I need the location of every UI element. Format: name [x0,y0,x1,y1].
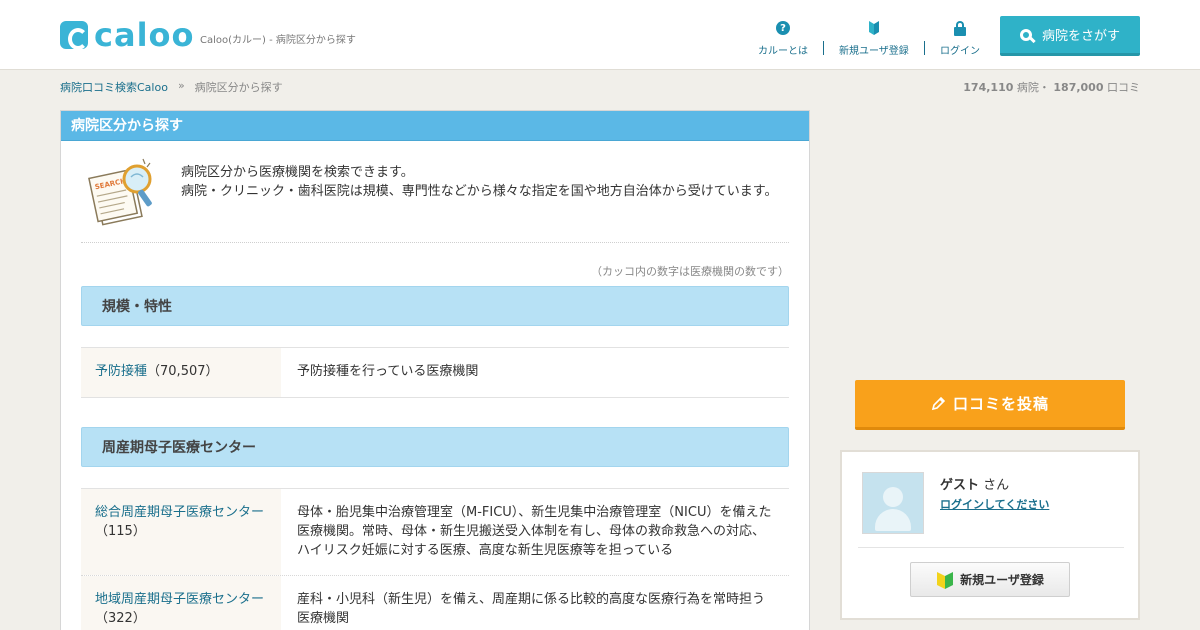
login-link[interactable]: ログインしてください [940,496,1049,512]
table-row: 地域周産期母子医療センター （322） 産科・小児科（新生児）を備え、周産期に係る… [81,576,789,630]
search-icon [1019,28,1032,41]
intro-text: 病院区分から医療機関を検索できます。 病院・クリニック・歯科医院は規模、専門性な… [181,163,789,201]
row-name-cell: 地域周産期母子医療センター （322） [81,576,281,630]
guest-suffix: さん [983,478,1010,493]
row-description: 予防接種を行っている医療機関 [297,364,479,379]
category-link-general-perinatal[interactable]: 総合周産期母子医療センター [95,505,264,520]
review-count: 187,000 [1053,81,1104,94]
row-description: 母体・胎児集中治療管理室（M-FICU）、新生児集中治療管理室（NICU）を備え… [297,505,772,558]
table-row: 予防接種（70,507） 予防接種を行っている医療機関 [81,347,789,398]
panel-title: 病院区分から探す [61,111,809,141]
section-header-scale: 規模・特性 [81,286,789,326]
row-description: 産科・小児科（新生児）を備え、周産期に係る比較的高度な医療行為を常時担う医療機関 [297,592,766,626]
guest-name: ゲスト [940,478,980,493]
post-review-label: 口コミを投稿 [952,395,1049,413]
nav-about-label: カルーとは [758,46,808,57]
category-count: （115） [95,524,146,539]
hospital-count: 174,110 [963,81,1014,94]
site-tagline: Caloo(カルー) - 病院区分から探す [200,35,356,46]
avatar-body-shape [875,509,911,531]
row-name-cell: 総合周産期母子医療センター （115） [81,489,281,575]
category-link-regional-perinatal[interactable]: 地域周産期母子医療センター [95,592,264,607]
site-logo[interactable]: caloo [60,16,195,54]
avatar-head-shape [883,487,903,507]
hospital-count-unit: 病院・ [1016,81,1050,94]
lock-icon [954,20,966,36]
beginner-leaf-icon [868,21,879,35]
intro-line-2: 病院・クリニック・歯科医院は規模、専門性などから様々な指定を国や地方自治体から受… [181,184,778,199]
nav-register[interactable]: 新規ユーザ登録 [839,20,909,57]
register-button[interactable]: 新規ユーザ登録 [910,562,1070,597]
post-review-button[interactable]: 口コミを投稿 [855,380,1125,430]
nav-login[interactable]: ログイン [940,20,980,57]
site-counts: 174,110 病院・ 187,000 口コミ [963,79,1140,95]
category-count: （322） [95,611,146,626]
category-panel: 病院区分から探す SEARCH 病院区分から医療機関を検索できます。 病院・クリ… [60,110,810,630]
divider [858,547,1124,548]
register-button-label: 新規ユーザ登録 [960,573,1044,587]
logo-mark-icon [60,21,88,50]
intro-section: SEARCH 病院区分から医療機関を検索できます。 病院・クリニック・歯科医院は… [81,153,789,243]
user-box: ゲスト さん ログインしてください 新規ユーザ登録 [840,450,1140,620]
count-note: （カッコ内の数字は医療機関の数です） [591,265,789,278]
search-document-illustration-icon: SEARCH [88,158,152,226]
table-row: 総合周産期母子医療センター （115） 母体・胎児集中治療管理室（M-FICU）、… [81,488,789,576]
search-hospital-button[interactable]: 病院をさがす [1000,16,1140,56]
guest-greeting: ゲスト さん [940,474,1009,493]
breadcrumb-current: 病院区分から探す [194,81,283,94]
nav-about[interactable]: ? カルーとは [758,20,808,57]
category-link-vaccination[interactable]: 予防接種 [95,364,147,379]
question-icon: ? [776,21,790,35]
nav-separator [924,41,925,55]
site-header: caloo Caloo(カルー) - 病院区分から探す ? カルーとは 新規ユー… [0,0,1200,70]
avatar [862,472,924,534]
pencil-icon [931,396,945,410]
breadcrumb-home-link[interactable]: 病院口コミ検索Caloo [60,79,168,95]
nav-register-label: 新規ユーザ登録 [839,46,909,57]
intro-line-1: 病院区分から医療機関を検索できます。 [181,165,414,180]
review-count-unit: 口コミ [1107,81,1140,94]
row-name-cell: 予防接種（70,507） [81,348,281,397]
breadcrumb: 病院口コミ検索Caloo » 病院区分から探す [60,79,283,95]
section-header-perinatal: 周産期母子医療センター [81,427,789,467]
logo-text: caloo [94,16,195,54]
breadcrumb-separator: » [177,79,185,92]
category-count: （70,507） [147,364,219,379]
search-button-label: 病院をさがす [1041,29,1120,44]
beginner-leaf-icon [937,571,954,589]
nav-separator [823,41,824,55]
nav-login-label: ログイン [940,46,980,57]
